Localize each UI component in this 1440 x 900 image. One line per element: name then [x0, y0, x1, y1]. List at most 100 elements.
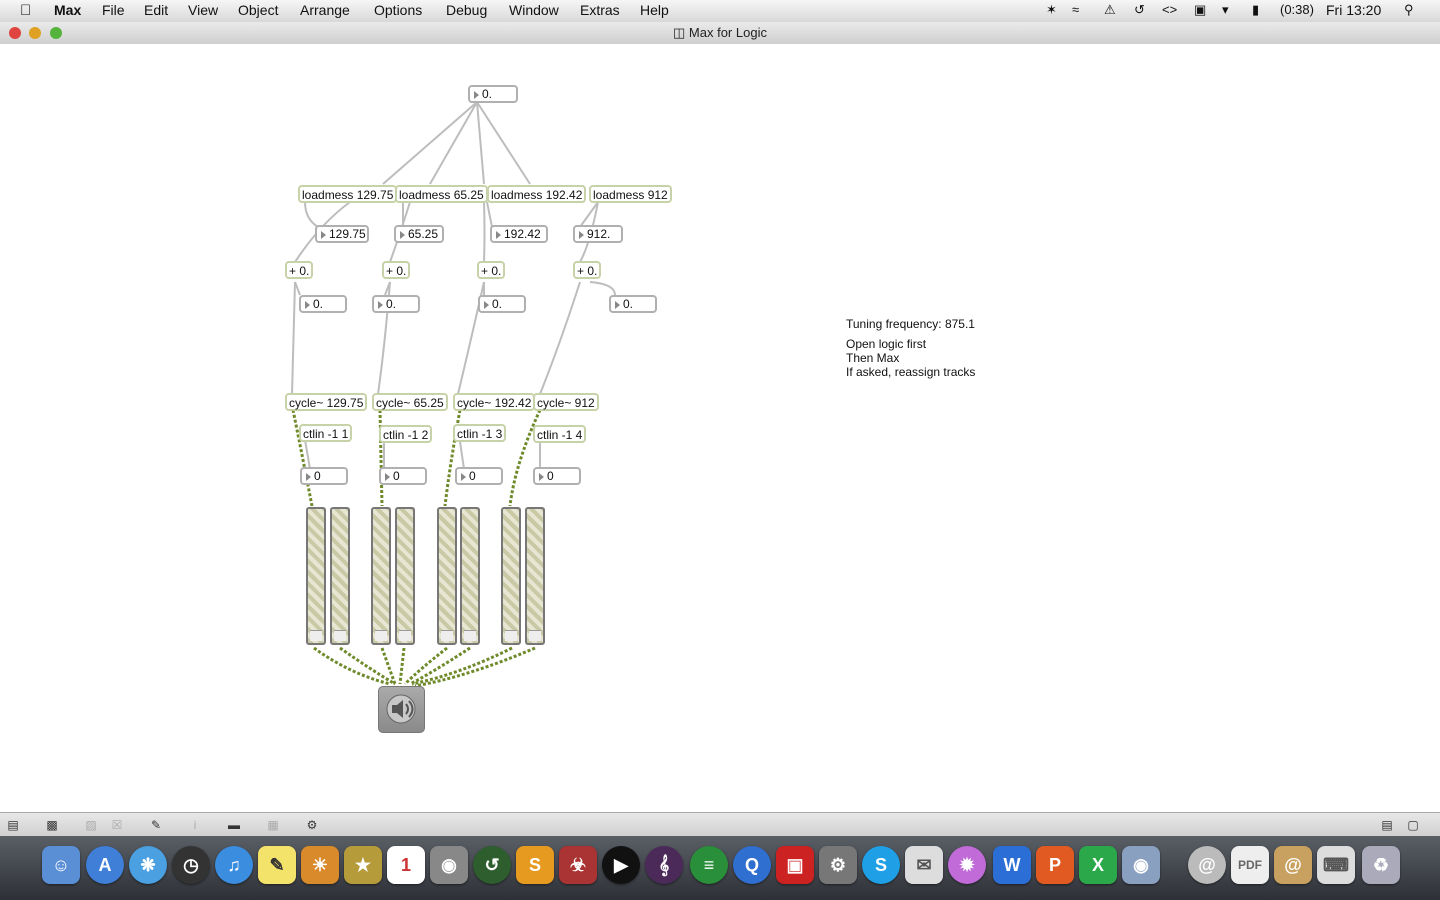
max-icon[interactable]: 𝄞: [645, 846, 683, 884]
wifi-icon[interactable]: ≈: [1072, 2, 1079, 17]
menu-options[interactable]: Options: [374, 2, 422, 18]
menu-debug[interactable]: Debug: [446, 2, 487, 18]
top-number-box[interactable]: 0.: [468, 85, 518, 103]
menu-arrange[interactable]: Arrange: [300, 2, 350, 18]
audio-status-icon[interactable]: ⚙: [304, 817, 320, 833]
out-box-3[interactable]: 0.: [478, 295, 526, 313]
menu-view[interactable]: View: [188, 2, 218, 18]
trash-icon[interactable]: ♻: [1362, 846, 1400, 884]
clear-icon[interactable]: ☒: [109, 817, 125, 833]
menu-object[interactable]: Object: [238, 2, 278, 18]
gain-slider-4[interactable]: [395, 507, 415, 645]
plus-4[interactable]: + 0.: [573, 261, 602, 279]
stickies-icon[interactable]: ✎: [258, 846, 296, 884]
skype-icon[interactable]: S: [862, 846, 900, 884]
object-icon[interactable]: ▨: [83, 817, 99, 833]
value-box-2[interactable]: 65.25: [394, 225, 444, 243]
split-view-icon[interactable]: ▤: [1379, 817, 1395, 833]
app-menu[interactable]: Max: [54, 2, 81, 18]
inspector-icon[interactable]: ▬: [226, 817, 242, 833]
slider-knob[interactable]: [375, 630, 387, 641]
loadmess-3[interactable]: loadmess 192.42: [487, 185, 587, 203]
mail-icon[interactable]: ✉: [905, 846, 943, 884]
gpu-icon[interactable]: ✹: [948, 846, 986, 884]
clock[interactable]: Fri 13:20: [1326, 2, 1381, 18]
presentation-icon[interactable]: ▩: [44, 817, 60, 833]
menu-edit[interactable]: Edit: [144, 2, 168, 18]
cycle-2[interactable]: cycle~ 65.25: [372, 393, 448, 411]
spotlight-icon[interactable]: ⚲: [1404, 2, 1414, 18]
dashboard-icon[interactable]: ◷: [172, 846, 210, 884]
plus-3[interactable]: + 0.: [477, 261, 506, 279]
ctlin-3[interactable]: ctlin -1 3: [453, 424, 507, 442]
out-box-2[interactable]: 0.: [372, 295, 420, 313]
iphoto-icon[interactable]: ☀: [301, 846, 339, 884]
value-box-4[interactable]: 912.: [573, 225, 623, 243]
cycle-4[interactable]: cycle~ 912: [533, 393, 599, 411]
documents-icon[interactable]: @: [1274, 846, 1312, 884]
slider-knob[interactable]: [334, 630, 346, 641]
out-box-4[interactable]: 0.: [609, 295, 657, 313]
ical-icon[interactable]: 1: [387, 846, 425, 884]
apple-menu-icon[interactable]: : [20, 2, 31, 19]
photo-icon[interactable]: ▣: [776, 846, 814, 884]
ctlin-2[interactable]: ctlin -1 2: [379, 425, 433, 443]
disk-utility-icon[interactable]: ◉: [430, 846, 468, 884]
volume-icon[interactable]: ▾: [1222, 2, 1229, 18]
ctlin-4[interactable]: ctlin -1 4: [533, 425, 587, 443]
bluetooth-icon[interactable]: ✶: [1046, 2, 1057, 18]
slider-knob[interactable]: [464, 630, 476, 641]
plus-2[interactable]: + 0.: [382, 261, 411, 279]
gain-slider-1[interactable]: [306, 507, 326, 645]
slider-knob[interactable]: [399, 630, 411, 641]
grid-icon[interactable]: ▦: [265, 817, 281, 833]
sculpture-icon[interactable]: ☣: [559, 846, 597, 884]
keyboard-status-icon[interactable]: ▣: [1194, 2, 1206, 18]
preview-icon[interactable]: ◉: [1122, 846, 1160, 884]
menu-help[interactable]: Help: [640, 2, 669, 18]
loadmess-4[interactable]: loadmess 912: [589, 185, 672, 203]
gain-slider-8[interactable]: [525, 507, 545, 645]
gain-slider-6[interactable]: [460, 507, 480, 645]
arrows-icon[interactable]: <>: [1162, 2, 1177, 17]
slider-knob[interactable]: [529, 630, 541, 641]
info-icon[interactable]: i: [187, 817, 203, 833]
cycle-1[interactable]: cycle~ 129.75: [285, 393, 368, 411]
value-box-1[interactable]: 129.75: [315, 225, 369, 243]
keyboard-icon[interactable]: ⌨: [1317, 846, 1355, 884]
time-machine-icon[interactable]: ↺: [473, 846, 511, 884]
ctl-value-3[interactable]: 0: [455, 467, 503, 485]
word-icon[interactable]: W: [993, 846, 1031, 884]
system-prefs-icon[interactable]: ⚙: [819, 846, 857, 884]
excel-icon[interactable]: X: [1079, 846, 1117, 884]
alert-icon[interactable]: ⚠: [1104, 2, 1116, 18]
gain-slider-2[interactable]: [330, 507, 350, 645]
quicktime-icon[interactable]: Q: [733, 846, 771, 884]
dac-speaker-button[interactable]: [378, 686, 425, 733]
spotify-icon[interactable]: ≡: [690, 846, 728, 884]
pdf-icon[interactable]: PDF: [1231, 846, 1269, 884]
itunes-icon[interactable]: ♫: [215, 846, 253, 884]
lock-icon[interactable]: ▤: [5, 817, 21, 833]
imovie-icon[interactable]: ★: [344, 846, 382, 884]
ctlin-1[interactable]: ctlin -1 1: [299, 424, 353, 442]
battery-time[interactable]: (0:38): [1280, 2, 1314, 17]
out-box-1[interactable]: 0.: [299, 295, 347, 313]
live-icon[interactable]: ▶: [602, 846, 640, 884]
debug-icon[interactable]: ✎: [148, 817, 164, 833]
battery-icon[interactable]: ▮: [1252, 2, 1259, 18]
menu-extras[interactable]: Extras: [580, 2, 620, 18]
loadmess-1[interactable]: loadmess 129.75: [298, 185, 398, 203]
single-view-icon[interactable]: ▢: [1405, 817, 1421, 833]
downloads-icon[interactable]: @: [1188, 846, 1226, 884]
app-store-icon[interactable]: A: [86, 846, 124, 884]
safari-icon[interactable]: ❋: [129, 846, 167, 884]
plus-1[interactable]: + 0.: [285, 261, 314, 279]
loadmess-2[interactable]: loadmess 65.25: [395, 185, 488, 203]
ctl-value-4[interactable]: 0: [533, 467, 581, 485]
slider-knob[interactable]: [505, 630, 517, 641]
sublime-icon[interactable]: S: [516, 846, 554, 884]
ctl-value-1[interactable]: 0: [300, 467, 348, 485]
ctl-value-2[interactable]: 0: [379, 467, 427, 485]
time-machine-status-icon[interactable]: ↺: [1134, 2, 1145, 18]
